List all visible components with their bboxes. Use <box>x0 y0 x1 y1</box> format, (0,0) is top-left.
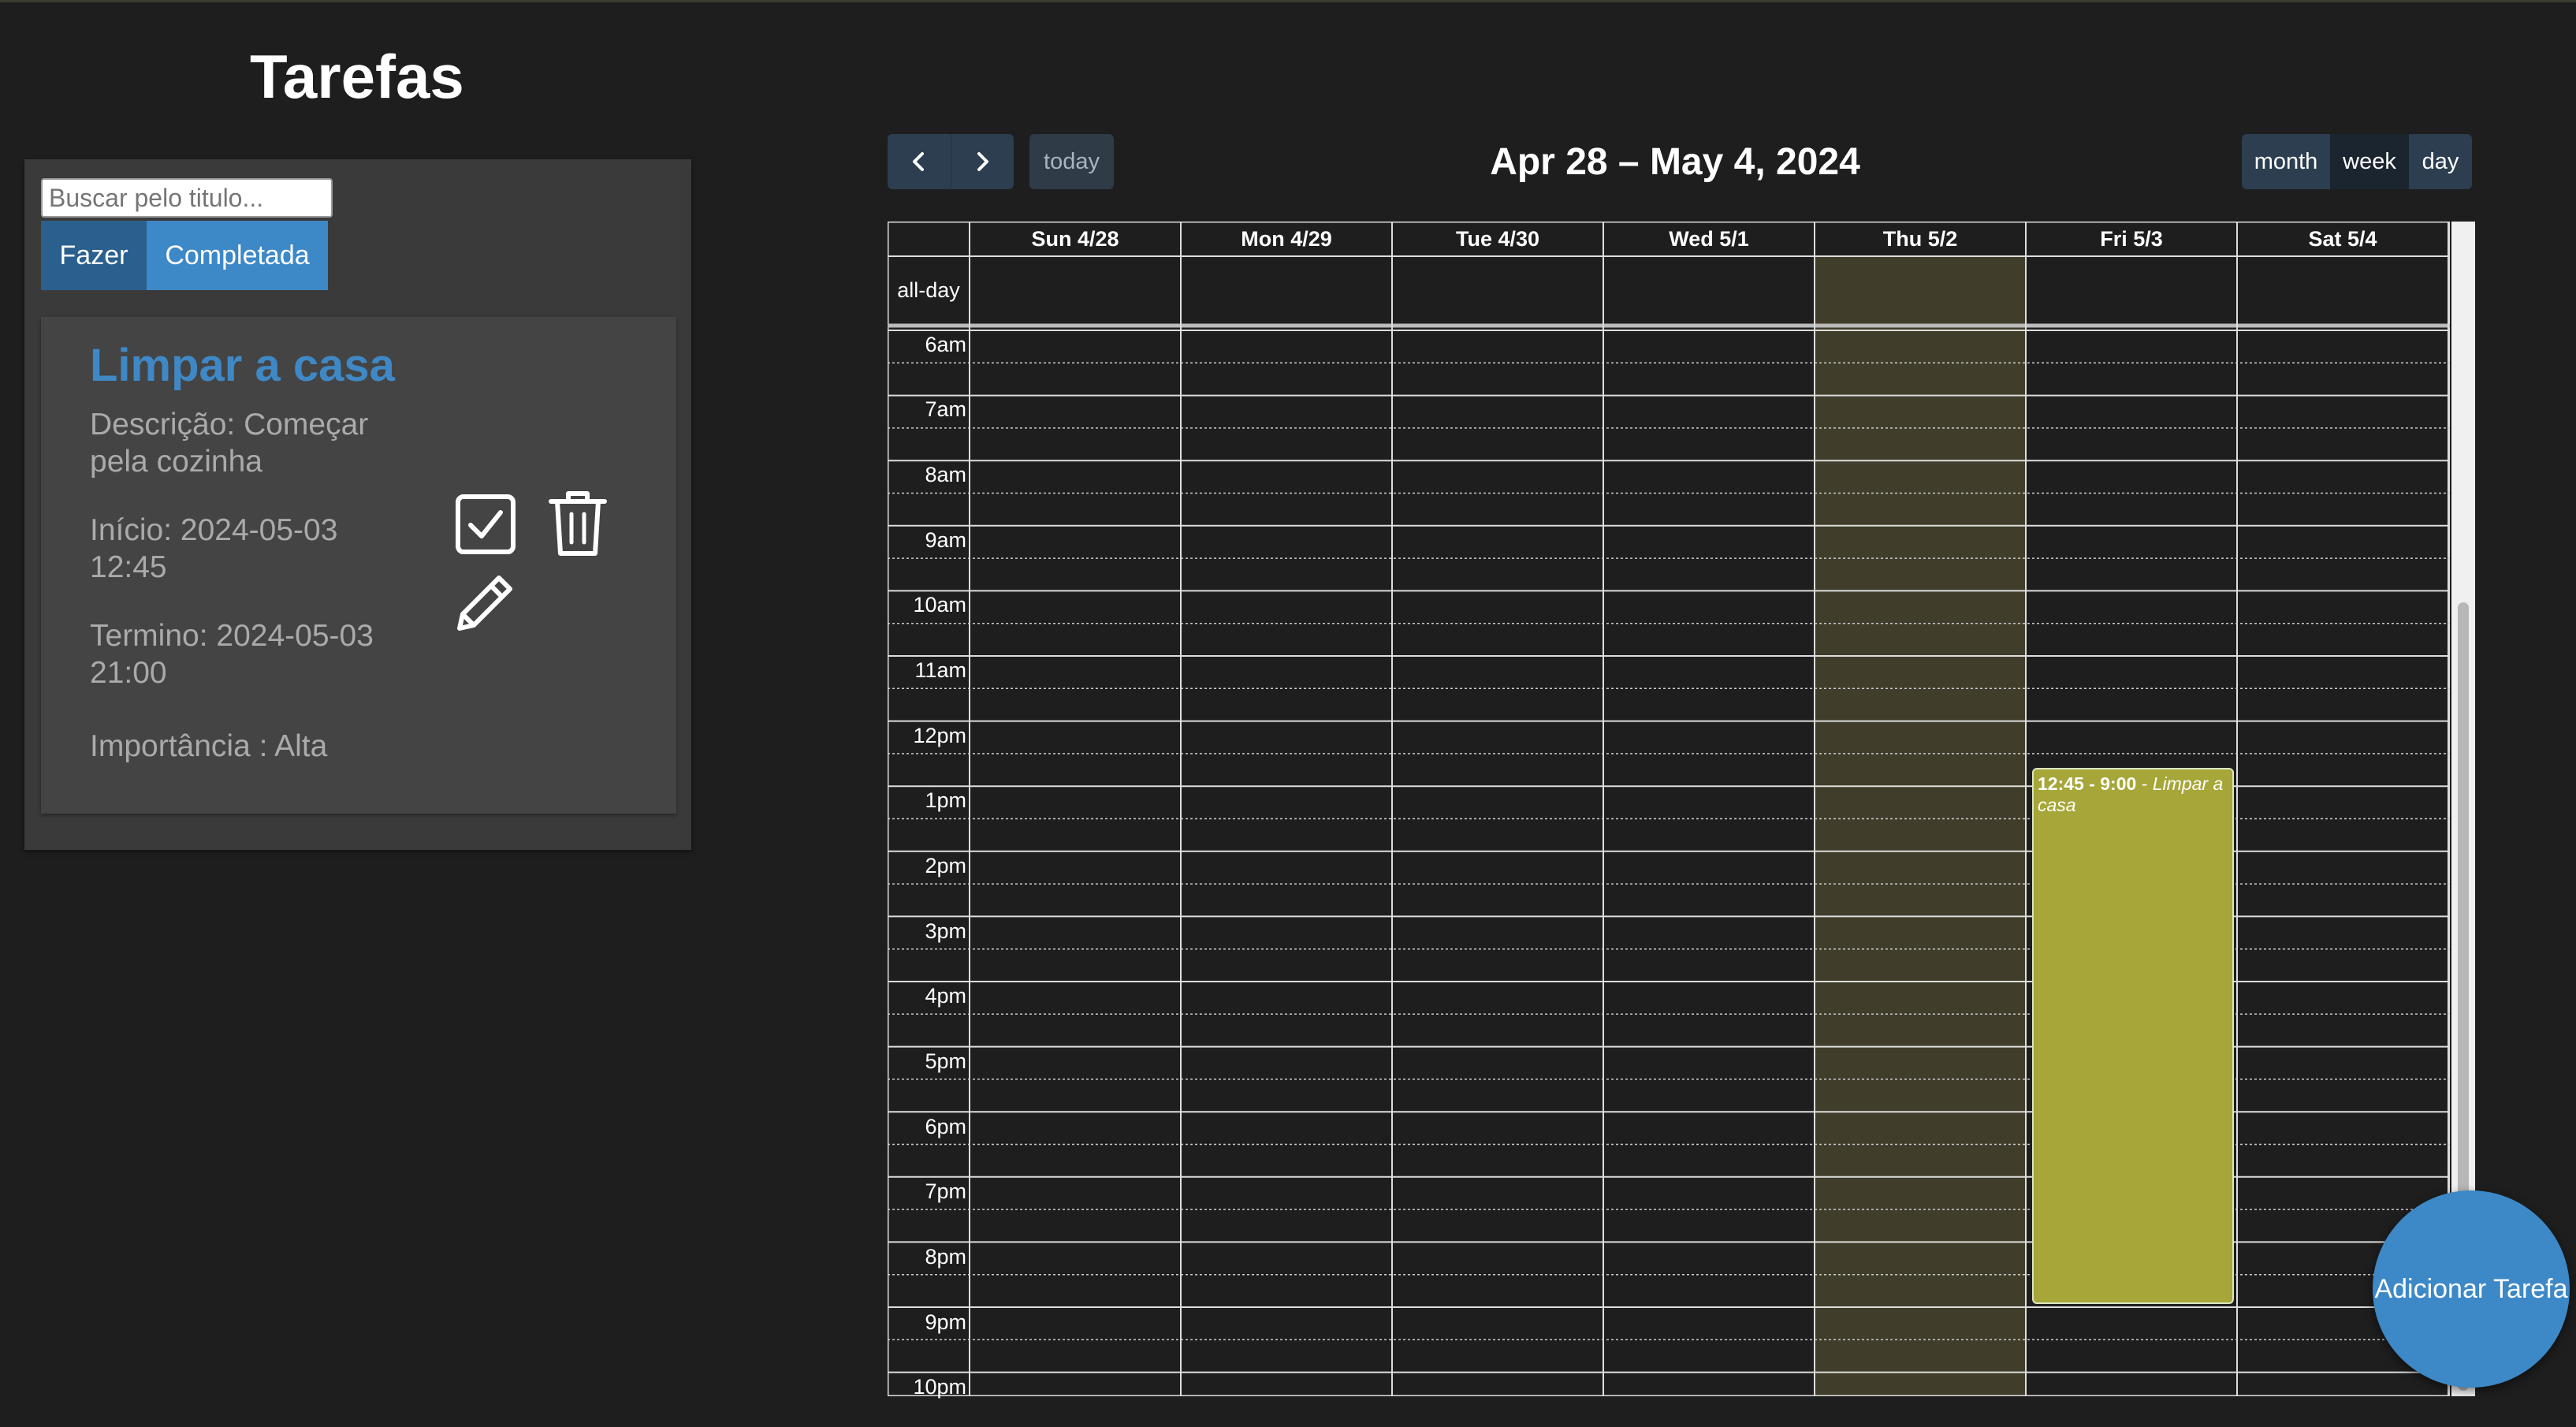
filter-todo-button[interactable]: Fazer <box>41 221 147 290</box>
task-importance-label: Importância : <box>90 729 268 763</box>
day-header-tue: Tue 4/30 <box>1455 227 1540 251</box>
view-switcher: month week day <box>2242 134 2472 189</box>
time-label: 6am <box>925 333 966 356</box>
task-description-label: Descrição: <box>90 408 236 442</box>
chevron-left-icon <box>912 152 924 171</box>
delete-task-button[interactable] <box>548 489 608 557</box>
task-importance-value: Alta <box>274 729 328 763</box>
task-title: Limpar a casa <box>90 340 395 391</box>
time-label: 11am <box>914 658 966 682</box>
app-title: Tarefas <box>250 42 464 111</box>
day-header-sat: Sat 5/4 <box>2308 227 2377 251</box>
time-label: 7pm <box>925 1179 966 1203</box>
time-label: 1pm <box>925 788 966 812</box>
calendar-nav <box>888 134 1014 189</box>
time-label: 10pm <box>913 1375 966 1399</box>
calendar-grid: Sun 4/28 Mon 4/29 Tue 4/30 Wed 5/1 Thu 5… <box>888 222 2450 1399</box>
view-day-button[interactable]: day <box>2409 134 2472 189</box>
next-week-button[interactable] <box>950 134 1014 189</box>
calendar-title: Apr 28 – May 4, 2024 <box>1490 141 1860 183</box>
chevron-right-icon <box>977 152 989 171</box>
task-start: Início: 2024-05-03 12:45 <box>90 512 421 586</box>
task-end-label: Termino: <box>90 619 208 653</box>
time-label: 10am <box>913 593 966 617</box>
add-task-button[interactable]: Adicionar Tarefa <box>2373 1190 2570 1388</box>
task-end: Termino: 2024-05-03 21:00 <box>90 617 421 691</box>
time-label: 8pm <box>925 1245 966 1269</box>
filter-completed-button[interactable]: Completada <box>147 221 328 290</box>
top-border <box>0 0 2576 2</box>
check-icon <box>456 494 516 554</box>
time-label: 6pm <box>925 1115 966 1138</box>
day-header-sun: Sun 4/28 <box>1031 227 1119 251</box>
event-time: 12:45 - 9:00 <box>2038 773 2137 794</box>
view-week-button[interactable]: week <box>2330 134 2409 189</box>
task-start-label: Início: <box>90 513 173 547</box>
time-label: 8am <box>925 463 966 486</box>
prev-week-button[interactable] <box>888 134 951 189</box>
day-header-fri: Fri 5/3 <box>2100 227 2163 251</box>
event-separator: - <box>2136 773 2153 794</box>
task-importance: Importância : Alta <box>90 728 421 765</box>
view-month-button[interactable]: month <box>2242 134 2330 189</box>
allday-label: all-day <box>897 278 960 302</box>
time-label: 4pm <box>925 984 966 1008</box>
task-description: Descrição: Começar pela cozinha <box>90 406 421 480</box>
task-panel: Fazer Completada Limpar a casa Descrição… <box>24 159 691 850</box>
day-header-wed: Wed 5/1 <box>1669 227 1749 251</box>
search-input[interactable] <box>41 178 333 218</box>
edit-task-button[interactable] <box>455 570 518 633</box>
complete-task-button[interactable] <box>455 494 516 555</box>
day-header-mon: Mon 4/29 <box>1241 227 1332 251</box>
pencil-icon <box>457 576 512 631</box>
filter-toggle: Fazer Completada <box>41 221 328 290</box>
today-highlight <box>1815 256 2026 1396</box>
time-label: 7am <box>925 397 966 421</box>
day-header-thu: Thu 5/2 <box>1882 227 1958 251</box>
time-label: 12pm <box>913 724 966 747</box>
time-label: 9pm <box>925 1310 966 1334</box>
trash-icon <box>549 491 607 556</box>
calendar-event[interactable]: 12:45 - 9:00 - Limpar a casa <box>2032 768 2234 1304</box>
time-label: 2pm <box>925 854 966 877</box>
time-label: 3pm <box>925 919 966 943</box>
task-card: Limpar a casa Descrição: Começar pela co… <box>41 317 676 814</box>
time-label: 9am <box>925 528 966 552</box>
time-label: 5pm <box>925 1049 966 1073</box>
today-button[interactable]: today <box>1029 134 1114 189</box>
